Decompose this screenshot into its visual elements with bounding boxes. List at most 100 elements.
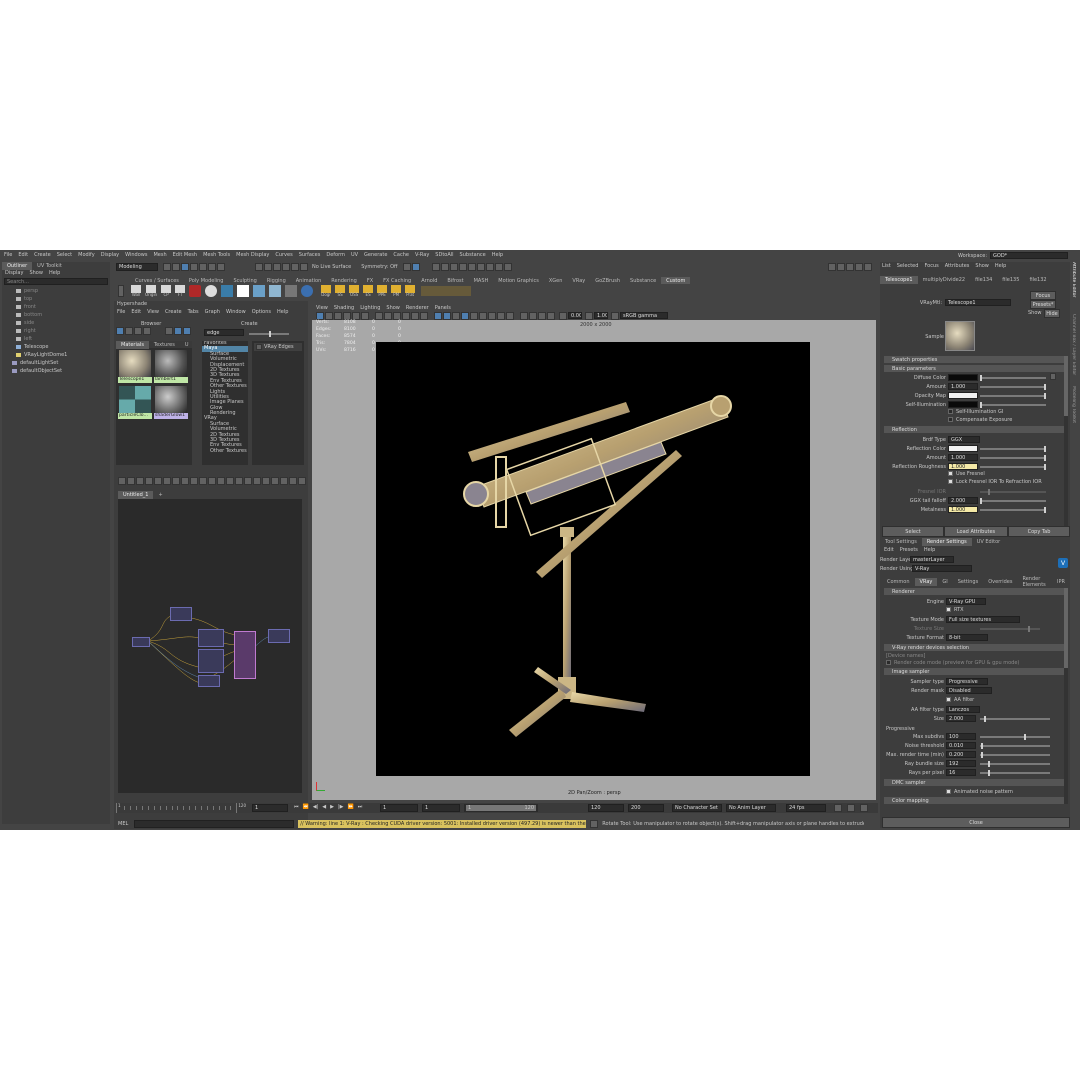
graph-icon-14[interactable] (235, 477, 243, 485)
live-surface-label[interactable]: No Live Surface (312, 264, 351, 270)
metalness-field[interactable]: 1.000 (948, 506, 978, 513)
hs-menu-tabs[interactable]: Tabs (188, 309, 199, 315)
hs-icon-size-slider[interactable] (249, 331, 289, 337)
menu-help[interactable]: Help (492, 252, 503, 258)
menu-surfaces[interactable]: Surfaces (299, 252, 321, 258)
graph-icon-21[interactable] (298, 477, 306, 485)
menu-mesh[interactable]: Mesh (153, 252, 166, 258)
shelf-render-icon[interactable] (189, 285, 202, 297)
loop-icon[interactable] (834, 804, 842, 812)
mode-dropdown[interactable]: Modeling (116, 262, 158, 271)
script-editor-icon[interactable] (590, 820, 599, 828)
outliner-menu-display[interactable]: Display (5, 270, 23, 276)
shelf-button-es[interactable]: ES (363, 285, 374, 297)
ggx-tail-field[interactable]: 2.000 (948, 497, 978, 504)
graph-icon-3[interactable] (136, 477, 144, 485)
save-scene-icon[interactable] (172, 262, 180, 271)
outliner-item-top[interactable]: top (2, 295, 110, 303)
use-fresnel-checkbox[interactable]: Use Fresnel (948, 471, 985, 477)
texture-format-dropdown[interactable]: 8-bit (946, 634, 988, 641)
menu-file[interactable]: File (4, 252, 12, 258)
menu-edit-mesh[interactable]: Edit Mesh (173, 252, 197, 258)
vp-menu-view[interactable]: View (316, 305, 328, 311)
max-render-time-field[interactable]: 0.200 (946, 751, 976, 758)
snap-pivot-icon[interactable] (300, 262, 308, 271)
outliner-tab-outliner[interactable]: Outliner (2, 262, 33, 270)
anim-prefs-icon[interactable] (860, 804, 868, 812)
ipr-icon[interactable] (441, 262, 450, 271)
paint-select-icon[interactable] (199, 262, 207, 271)
shelf-button-pm[interactable]: PM (391, 285, 402, 297)
shelf-script-icon[interactable] (253, 285, 266, 297)
menu-curves[interactable]: Curves (275, 252, 292, 258)
vp-shadows-icon[interactable] (479, 311, 487, 320)
ae-tab-file132[interactable]: file132 (1024, 276, 1051, 284)
outliner-item-persp[interactable]: persp (2, 287, 110, 295)
vp-default-material-icon[interactable] (452, 311, 460, 320)
fps-dropdown[interactable]: 24 fps (786, 804, 826, 812)
range-start-field[interactable]: 1 (380, 804, 418, 812)
shelf-mesh-icon[interactable] (269, 285, 282, 297)
opacity-map-slider[interactable] (980, 393, 1046, 399)
outliner-item-front[interactable]: front (2, 303, 110, 311)
rs-menu-presets[interactable]: Presets (900, 547, 918, 553)
ae-swatch-section[interactable]: Swatch properties (884, 356, 1064, 363)
refl-color-slider[interactable] (980, 446, 1046, 452)
step-forward-icon[interactable]: |▶ (338, 804, 344, 810)
menu-substance[interactable]: Substance (460, 252, 486, 258)
file-node-3[interactable] (198, 675, 220, 687)
self-illum-swatch[interactable] (948, 401, 978, 408)
animated-noise-checkbox[interactable]: Animated noise pattern (946, 789, 1013, 795)
comp-exposure-checkbox[interactable]: Compensate Exposure (948, 417, 1012, 423)
texture-mode-dropdown[interactable]: Full size textures (946, 616, 1020, 623)
attribute-editor-icon[interactable] (846, 262, 854, 271)
aa-size-slider[interactable] (980, 716, 1050, 722)
lock-fresnel-checkbox[interactable]: Lock Fresnel IOR To Refraction IOR (948, 479, 1042, 485)
diffuse-color-slider[interactable] (980, 375, 1046, 381)
ae-tab-file135[interactable]: file135 (997, 276, 1024, 284)
snap-curve-icon[interactable] (264, 262, 272, 271)
hs-browser-tab-textures[interactable]: Textures (149, 341, 180, 349)
character-set-dropdown[interactable]: No Character Set (672, 804, 722, 812)
redo-icon[interactable] (217, 262, 225, 271)
shelf-button-ft[interactable]: FT (175, 285, 186, 297)
file-node-1[interactable] (132, 637, 150, 647)
hs-menu-help[interactable]: Help (277, 309, 288, 315)
range-end-field[interactable]: 120 (588, 804, 624, 812)
hs-menu-graph[interactable]: Graph (205, 309, 220, 315)
workspace-dropdown[interactable]: GOD* (990, 252, 1068, 259)
vp-xray-icon[interactable] (529, 311, 537, 320)
vraymtl-node[interactable] (234, 631, 256, 679)
diffuse-amount-field[interactable]: 1.000 (948, 383, 978, 390)
ae-scrollbar[interactable] (1064, 356, 1068, 526)
command-input[interactable] (134, 820, 295, 828)
noise-threshold-slider[interactable] (980, 743, 1050, 749)
ae-select-button[interactable]: Select (882, 526, 944, 537)
rays-per-pixel-field[interactable]: 16 (946, 769, 976, 776)
self-illum-gi-checkbox[interactable]: Self-Illumination GI (948, 409, 1003, 415)
shelf-qr-icon[interactable] (237, 285, 250, 297)
tool-settings-icon[interactable] (855, 262, 863, 271)
rs-devices-section[interactable]: V-Ray render devices selection (884, 644, 1064, 651)
material-telescope1[interactable]: Telescope1 (118, 350, 152, 384)
self-illum-slider[interactable] (980, 402, 1046, 408)
open-scene-icon[interactable] (163, 262, 171, 271)
max-subdivs-slider[interactable] (980, 734, 1050, 740)
shelf-button-cp[interactable]: CP (161, 285, 172, 297)
rs-top-tab-uv-editor[interactable]: UV Editor (972, 538, 1005, 546)
refl-color-swatch[interactable] (948, 445, 978, 452)
outliner-item-telescope[interactable]: Telescope (2, 343, 110, 351)
graph-icon-15[interactable] (244, 477, 252, 485)
engine-dropdown[interactable]: V-Ray GPU (946, 598, 986, 605)
range-slider[interactable]: 1 120 (464, 804, 538, 812)
ae-tab-multiplydivide22[interactable]: multiplyDivide22 (918, 276, 971, 284)
construction-history-icon[interactable] (403, 262, 412, 271)
menu-deform[interactable]: Deform (326, 252, 345, 258)
shelf-hex-icon[interactable] (221, 285, 234, 297)
menu-mesh-display[interactable]: Mesh Display (236, 252, 269, 258)
hs-swatch-icon[interactable] (174, 327, 182, 335)
graph-icon-16[interactable] (253, 477, 261, 485)
ae-menu-focus[interactable]: Focus (924, 263, 938, 269)
current-frame-field[interactable]: 1 (252, 804, 288, 812)
range-slider-bar[interactable]: 1 120 (466, 805, 536, 811)
